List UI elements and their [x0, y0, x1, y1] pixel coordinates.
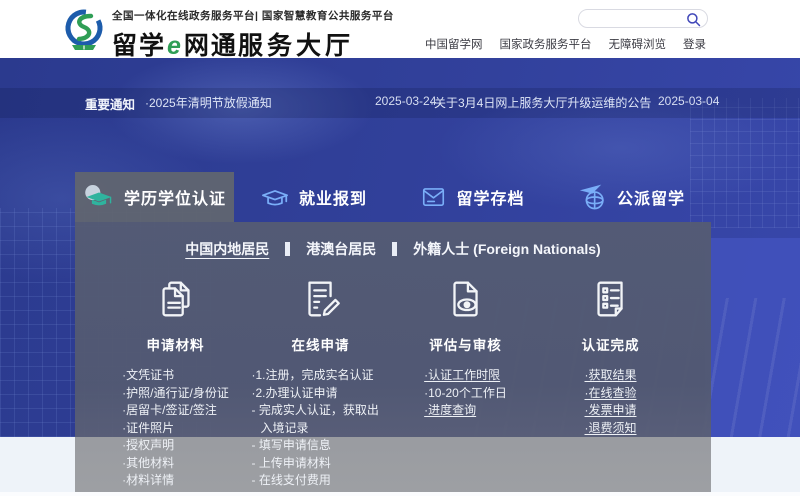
column-title: 认证完成 — [538, 334, 683, 354]
column-online-application: 在线申请 ·1.注册，完成实名认证·2.办理认证申请- 完成实人认证，获取出入境记… — [248, 273, 393, 490]
column-title: 申请材料 — [103, 334, 248, 354]
tab-label: 公派留学 — [617, 185, 685, 209]
subtab-separator — [392, 242, 397, 256]
column-assessment-review: 评估与审核 ·认证工作时限·10-20个工作日·进度查询 — [393, 273, 538, 490]
process-item: ·2.办理认证申请 — [252, 385, 390, 403]
process-item: ·10-20个工作日 — [424, 385, 507, 403]
tab-degree-certification[interactable]: 学历学位认证 — [75, 172, 234, 222]
search-box[interactable] — [578, 9, 708, 28]
site-title-e: e — [166, 32, 184, 60]
page: 全国一体化在线政务服务平台| 国家智慧教育公共服务平台 留学e网通服务大厅 中国… — [0, 0, 800, 496]
process-item: - 完成实人认证，获取出入境记录 — [252, 402, 390, 437]
graduation-cap-outline-icon — [260, 184, 290, 210]
tab-state-sponsored-study[interactable]: 公派留学 — [552, 172, 711, 222]
process-item: - 在线支付费用 — [252, 472, 390, 490]
process-link[interactable]: ·退费须知 — [585, 420, 637, 438]
process-link[interactable]: ·在线查验 — [585, 385, 637, 403]
graduation-cap-icon — [83, 183, 115, 211]
site-logo-icon — [62, 7, 106, 55]
nav-link-accessibility[interactable]: 无障碍浏览 — [609, 36, 667, 52]
site-header: 全国一体化在线政务服务平台| 国家智慧教育公共服务平台 留学e网通服务大厅 中国… — [0, 0, 800, 58]
process-item: - 上传申请材料 — [252, 455, 390, 473]
process-item: ·护照/通行证/身份证 — [122, 385, 229, 403]
search-icon[interactable] — [686, 12, 701, 27]
site-title-part3: 网通 — [184, 32, 238, 60]
documents-icon — [103, 273, 248, 325]
archive-document-icon — [420, 184, 447, 210]
nav-link-china-study-abroad[interactable]: 中国留学网 — [425, 36, 483, 52]
audience-tab-mainland[interactable]: 中国内地居民 — [185, 239, 269, 259]
tab-study-archive[interactable]: 留学存档 — [393, 172, 552, 222]
site-title-part4: 服务大厅 — [238, 32, 354, 60]
process-link[interactable]: ·认证工作时限 — [424, 367, 507, 385]
process-link[interactable]: ·获取结果 — [585, 367, 637, 385]
process-item: ·材料详情 — [122, 472, 229, 490]
plane-globe-icon — [578, 183, 608, 211]
process-item: ·1.注册，完成实名认证 — [252, 367, 390, 385]
service-tabs: 学历学位认证 就业报到 留学存档 公派留学 — [75, 172, 711, 222]
process-list: ·认证工作时限·10-20个工作日·进度查询 — [424, 367, 507, 420]
notice-link-1[interactable]: ·2025年清明节放假通知 — [145, 94, 272, 111]
notice-label: 重要通知 — [85, 94, 135, 113]
process-item: ·证件照片 — [122, 420, 229, 438]
tab-label: 留学存档 — [456, 185, 524, 209]
column-title: 评估与审核 — [393, 334, 538, 354]
process-list: ·1.注册，完成实名认证·2.办理认证申请- 完成实人认证，获取出入境记录- 填… — [252, 367, 390, 490]
bottom-strip — [0, 492, 800, 496]
process-item: ·其他材料 — [122, 455, 229, 473]
nav-link-login[interactable]: 登录 — [683, 36, 706, 52]
tab-employment-report[interactable]: 就业报到 — [234, 172, 393, 222]
form-pencil-icon — [248, 273, 393, 325]
process-list: ·文凭证书·护照/通行证/身份证·居留卡/签证/签注·证件照片·授权声明·其他材… — [122, 367, 229, 490]
column-application-materials: 申请材料 ·文凭证书·护照/通行证/身份证·居留卡/签证/签注·证件照片·授权声明… — [103, 273, 248, 490]
process-link[interactable]: ·发票申请 — [585, 402, 637, 420]
header-titles: 全国一体化在线政务服务平台| 国家智慧教育公共服务平台 留学e网通服务大厅 — [112, 8, 394, 62]
process-item: - 填写申请信息 — [252, 437, 390, 455]
service-panel: 中国内地居民 港澳台居民 外籍人士 (Foreign Nationals) 申请材料… — [75, 222, 711, 492]
notice-bar: 重要通知 ·2025年清明节放假通知 2025-03-24 ·关于3月4日网上服… — [0, 94, 800, 112]
column-certification-complete: 认证完成 ·获取结果·在线查验·发票申请·退费须知 — [538, 273, 683, 490]
process-list: ·获取结果·在线查验·发票申请·退费须知 — [585, 367, 637, 437]
process-link[interactable]: ·进度查询 — [424, 402, 507, 420]
header-nav: 中国留学网 国家政务服务平台 无障碍浏览登录 — [425, 36, 706, 52]
audience-tab-foreign-nationals[interactable]: 外籍人士 (Foreign Nationals) — [413, 239, 600, 259]
tab-label: 就业报到 — [299, 185, 367, 209]
site-title: 留学e网通服务大厅 — [112, 26, 394, 62]
checklist-icon — [538, 273, 683, 325]
notice-link-2[interactable]: ·关于3月4日网上服务大厅升级运维的公告 — [430, 94, 651, 111]
process-item: ·文凭证书 — [122, 367, 229, 385]
platform-title: 全国一体化在线政务服务平台| 国家智慧教育公共服务平台 — [112, 8, 394, 23]
audience-tab-hk-mo-tw[interactable]: 港澳台居民 — [306, 239, 376, 259]
process-item: ·授权声明 — [122, 437, 229, 455]
notice-date-1: 2025-03-24 — [375, 94, 436, 108]
notice-date-2: 2025-03-04 — [658, 94, 719, 108]
site-title-part1: 留学 — [112, 32, 166, 60]
tab-label: 学历学位认证 — [124, 185, 226, 209]
process-columns: 申请材料 ·文凭证书·护照/通行证/身份证·居留卡/签证/签注·证件照片·授权声明… — [75, 273, 711, 490]
process-item: ·居留卡/签证/签注 — [122, 402, 229, 420]
audience-tabs: 中国内地居民 港澳台居民 外籍人士 (Foreign Nationals) — [75, 239, 711, 259]
document-eye-icon — [393, 273, 538, 325]
nav-link-gov-service-platform[interactable]: 国家政务服务平台 — [500, 36, 592, 52]
subtab-separator — [285, 242, 290, 256]
column-title: 在线申请 — [248, 334, 393, 354]
search-input[interactable] — [587, 11, 685, 26]
